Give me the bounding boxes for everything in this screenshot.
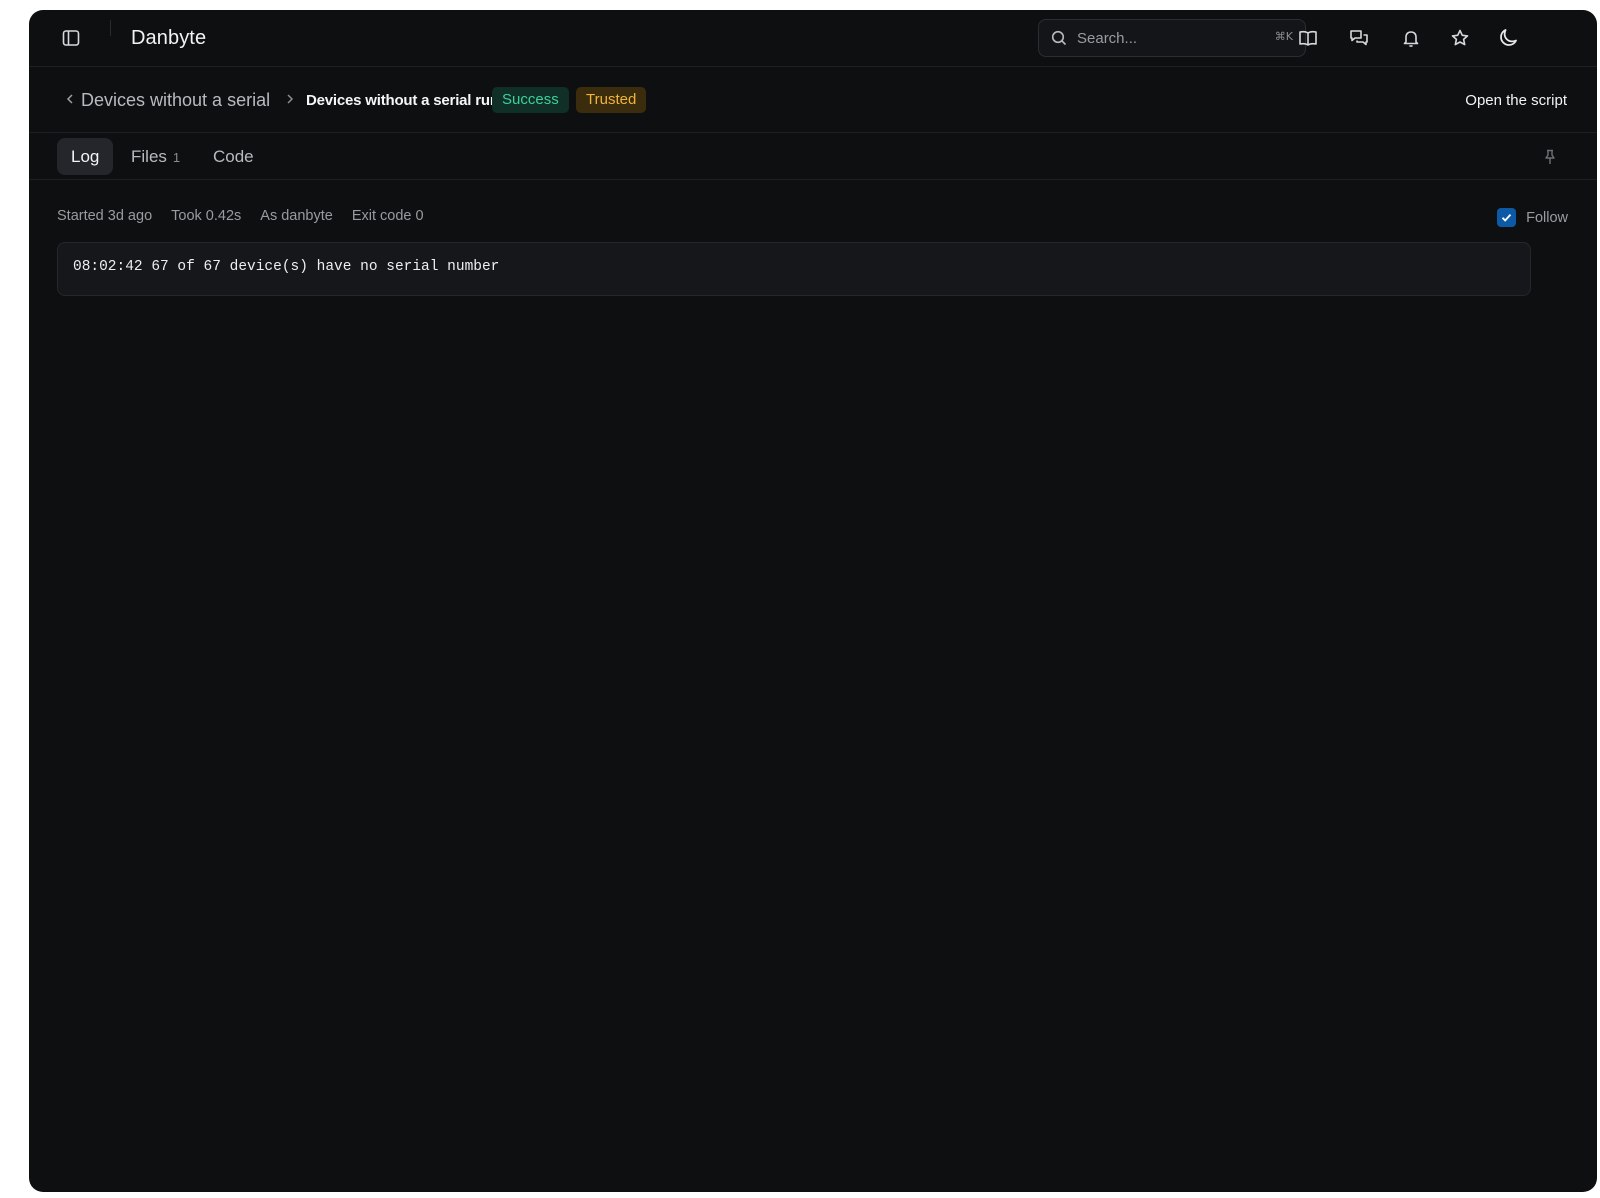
- breadcrumb: Devices without a serial Devices without…: [29, 67, 1597, 133]
- sidebar-toggle-icon[interactable]: [60, 27, 82, 49]
- search-input[interactable]: [1077, 29, 1257, 47]
- search-icon: [1051, 30, 1067, 46]
- meta-duration: Took 0.42s: [171, 208, 242, 224]
- log-output: 08:02:42 67 of 67 device(s) have no seri…: [57, 242, 1531, 296]
- tab-files-label: Files: [131, 147, 167, 166]
- chevron-left-icon[interactable]: [63, 91, 77, 107]
- status-badge-trusted: Trusted: [576, 87, 647, 113]
- chat-icon[interactable]: [1347, 26, 1371, 50]
- follow-label: Follow: [1526, 209, 1568, 226]
- star-icon[interactable]: [1448, 26, 1472, 50]
- log-line: 08:02:42 67 of 67 device(s) have no seri…: [73, 259, 500, 275]
- check-icon: [1501, 213, 1512, 222]
- search-box[interactable]: ⌘K: [1038, 19, 1306, 57]
- breadcrumb-parent-link[interactable]: Devices without a serial: [81, 90, 270, 111]
- search-shortcut: ⌘K: [1274, 30, 1293, 43]
- book-open-icon[interactable]: [1296, 26, 1320, 50]
- tab-code-label: Code: [213, 147, 254, 166]
- top-bar: Danbyte ⌘K: [29, 10, 1597, 67]
- app-title: Danbyte: [131, 27, 207, 49]
- moon-icon[interactable]: [1497, 26, 1521, 50]
- meta-user: As danbyte: [260, 208, 333, 224]
- tab-files-count: 1: [172, 150, 181, 165]
- meta-exit-code: Exit code 0: [351, 208, 424, 224]
- tab-code[interactable]: Code: [199, 138, 268, 175]
- follow-checkbox[interactable]: [1497, 208, 1517, 227]
- tab-bar: Log Files 1 Code: [29, 133, 1597, 180]
- status-badge-success: Success: [492, 87, 569, 113]
- app-window: Danbyte ⌘K: [29, 10, 1597, 1192]
- chevron-right-icon: [284, 92, 296, 106]
- tab-log[interactable]: Log: [57, 138, 114, 175]
- open-script-link[interactable]: Open the script: [1465, 92, 1567, 109]
- meta-started: Started 3d ago: [57, 208, 153, 224]
- topbar-divider: [110, 20, 111, 36]
- run-meta: Started 3d ago Took 0.42s As danbyte Exi…: [57, 208, 424, 224]
- tab-files[interactable]: Files 1: [117, 138, 194, 175]
- breadcrumb-current: Devices without a serial run: [306, 92, 499, 109]
- bell-icon[interactable]: [1399, 26, 1423, 50]
- tab-log-label: Log: [71, 147, 100, 166]
- follow-toggle[interactable]: Follow: [1497, 208, 1568, 227]
- pin-icon[interactable]: [1541, 148, 1559, 166]
